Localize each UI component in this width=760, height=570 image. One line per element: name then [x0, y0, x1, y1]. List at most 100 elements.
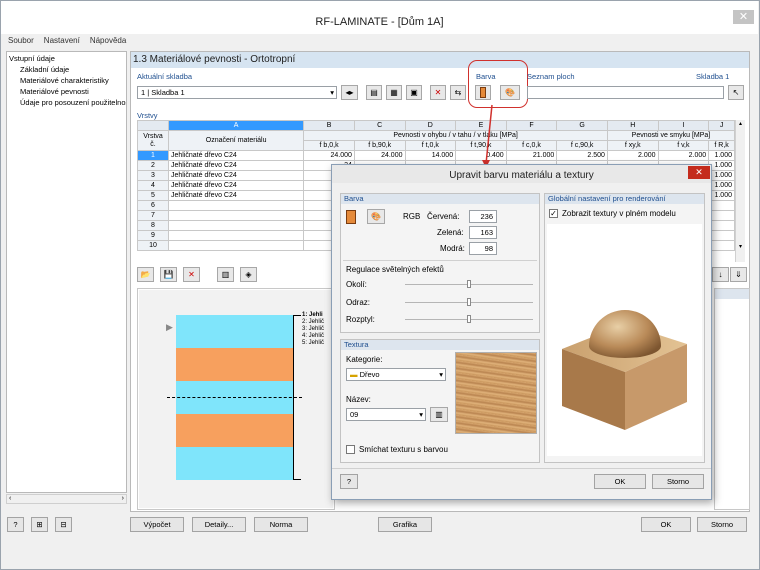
material-cell[interactable] — [167, 200, 305, 211]
col-letter[interactable]: C — [353, 120, 406, 131]
cancel-button[interactable]: Storno — [697, 517, 747, 532]
texture-library-icon[interactable]: ▥ — [430, 407, 448, 422]
red-input[interactable]: 236 — [469, 210, 497, 223]
value-cell[interactable]: 1.000 — [708, 170, 735, 181]
menu-settings[interactable]: Nastavení — [44, 36, 80, 45]
green-input[interactable]: 163 — [469, 226, 497, 239]
table-row[interactable]: 1 Jehličnaté dřevo C24 24.000 24.000 14.000 0… — [137, 150, 735, 161]
row-number[interactable]: 6 — [137, 200, 169, 211]
save-icon[interactable]: 💾 — [160, 267, 177, 282]
reflect-thumb[interactable] — [467, 298, 471, 306]
details-button[interactable]: Detaily... — [192, 517, 246, 532]
row-number[interactable]: 7 — [137, 210, 169, 221]
material-cell[interactable] — [167, 240, 305, 251]
delete-row-icon[interactable]: ✕ — [183, 267, 200, 282]
dialog-ok-button[interactable]: OK — [594, 474, 646, 489]
value-cell[interactable]: 14.000 — [404, 150, 457, 161]
import-icon[interactable]: ⊟ — [55, 517, 72, 532]
col-letter[interactable]: G — [556, 120, 608, 131]
value-cell[interactable]: 2.000 — [657, 150, 710, 161]
expand-arrow-icon[interactable]: ▶ — [166, 322, 173, 333]
category-select[interactable]: ▬ Dřevo ▾ — [346, 368, 446, 381]
col-letter[interactable]: B — [303, 120, 355, 131]
pick-area-icon[interactable]: ↖ — [728, 85, 744, 100]
norm-button[interactable]: Norma — [254, 517, 308, 532]
diffuse-thumb[interactable] — [467, 315, 471, 323]
row-number[interactable]: 10 — [137, 240, 169, 251]
tree-scrollbar[interactable]: ‹ › — [6, 494, 127, 504]
open-icon[interactable]: 📂 — [137, 267, 154, 282]
dialog-close-button[interactable]: ✕ — [688, 166, 710, 179]
col-letter[interactable]: H — [606, 120, 659, 131]
tree-item-material-props[interactable]: Materiálové charakteristiky — [9, 75, 126, 86]
ok-button[interactable]: OK — [641, 517, 691, 532]
value-cell[interactable]: 1.000 — [708, 150, 735, 161]
tree-root[interactable]: Vstupní údaje — [9, 53, 126, 64]
col-letter[interactable]: J — [708, 120, 735, 131]
library-icon[interactable]: ▥ — [217, 267, 234, 282]
material-cell[interactable]: Jehličnaté dřevo C24 — [167, 160, 305, 171]
value-cell[interactable]: 21.000 — [505, 150, 558, 161]
value-cell[interactable]: 1.000 — [708, 190, 735, 201]
edit-layup-icon[interactable]: ▣ — [406, 85, 422, 100]
dialog-cancel-button[interactable]: Storno — [652, 474, 704, 489]
area-list-input[interactable] — [527, 86, 724, 99]
col-letter[interactable]: A — [167, 120, 305, 131]
export-icon[interactable]: ↓ — [712, 267, 729, 282]
palette-icon[interactable]: 🎨 — [367, 209, 385, 224]
material-cell[interactable]: Jehličnaté dřevo C24 — [167, 190, 305, 201]
close-window-button[interactable]: ✕ — [733, 10, 754, 24]
blue-input[interactable]: 98 — [469, 242, 497, 255]
menu-file[interactable]: Soubor — [8, 36, 34, 45]
layup-select[interactable]: 1 | Skladba 1 ▾ — [137, 86, 337, 99]
col-letter[interactable]: D — [404, 120, 457, 131]
material-icon[interactable]: ◈ — [240, 267, 257, 282]
value-cell[interactable] — [708, 230, 735, 241]
prev-next-arrows[interactable]: ◂▸ — [341, 85, 358, 100]
row-number[interactable]: 5 — [137, 190, 169, 201]
row-number[interactable]: 1 — [137, 150, 169, 161]
material-cell[interactable] — [167, 220, 305, 231]
value-cell[interactable] — [708, 240, 735, 251]
value-cell[interactable]: 24.000 — [303, 150, 355, 161]
value-cell[interactable]: 2.000 — [606, 150, 659, 161]
show-textures-checkbox[interactable]: ✓ — [549, 209, 558, 218]
material-cell[interactable]: Jehličnaté dřevo C24 — [167, 150, 305, 161]
value-cell[interactable] — [708, 210, 735, 221]
table-vscroll[interactable]: ▴ ▾ — [735, 120, 745, 262]
tree-item-serviceability[interactable]: Údaje pro posouzení použitelnosti — [9, 97, 126, 108]
name-select[interactable]: 09 ▾ — [346, 408, 426, 421]
export2-icon[interactable]: ⇓ — [730, 267, 747, 282]
col-letter[interactable]: I — [657, 120, 710, 131]
calculate-button[interactable]: Výpočet — [130, 517, 184, 532]
value-cell[interactable]: 2.500 — [556, 150, 608, 161]
tree-item-basic[interactable]: Základní údaje — [9, 64, 126, 75]
help-icon[interactable]: ? — [340, 474, 358, 489]
menu-help[interactable]: Nápověda — [90, 36, 126, 45]
import-icon[interactable]: ⇆ — [450, 85, 466, 100]
delete-layup-icon[interactable]: ✕ — [430, 85, 446, 100]
tree-item-material-strengths[interactable]: Materiálové pevnosti — [9, 86, 126, 97]
value-cell[interactable]: 1.000 — [708, 160, 735, 171]
new-layup-icon[interactable]: ▤ — [366, 85, 382, 100]
row-number[interactable]: 8 — [137, 220, 169, 231]
color-swatch[interactable] — [346, 210, 356, 224]
material-cell[interactable] — [167, 230, 305, 241]
material-cell[interactable]: Jehličnaté dřevo C24 — [167, 180, 305, 191]
material-cell[interactable] — [167, 210, 305, 221]
row-number[interactable]: 3 — [137, 170, 169, 181]
material-cell[interactable]: Jehličnaté dřevo C24 — [167, 170, 305, 181]
ambient-thumb[interactable] — [467, 280, 471, 288]
graphics-button[interactable]: Grafika — [378, 517, 432, 532]
row-number[interactable]: 9 — [137, 230, 169, 241]
value-cell[interactable] — [708, 200, 735, 211]
value-cell[interactable]: 1.000 — [708, 180, 735, 191]
value-cell[interactable]: 24.000 — [353, 150, 406, 161]
help-icon[interactable]: ? — [7, 517, 24, 532]
row-number[interactable]: 4 — [137, 180, 169, 191]
value-cell[interactable] — [708, 220, 735, 231]
units-icon[interactable]: ⊞ — [31, 517, 48, 532]
row-number[interactable]: 2 — [137, 160, 169, 171]
col-letter[interactable]: F — [505, 120, 558, 131]
mix-checkbox[interactable] — [346, 445, 355, 454]
